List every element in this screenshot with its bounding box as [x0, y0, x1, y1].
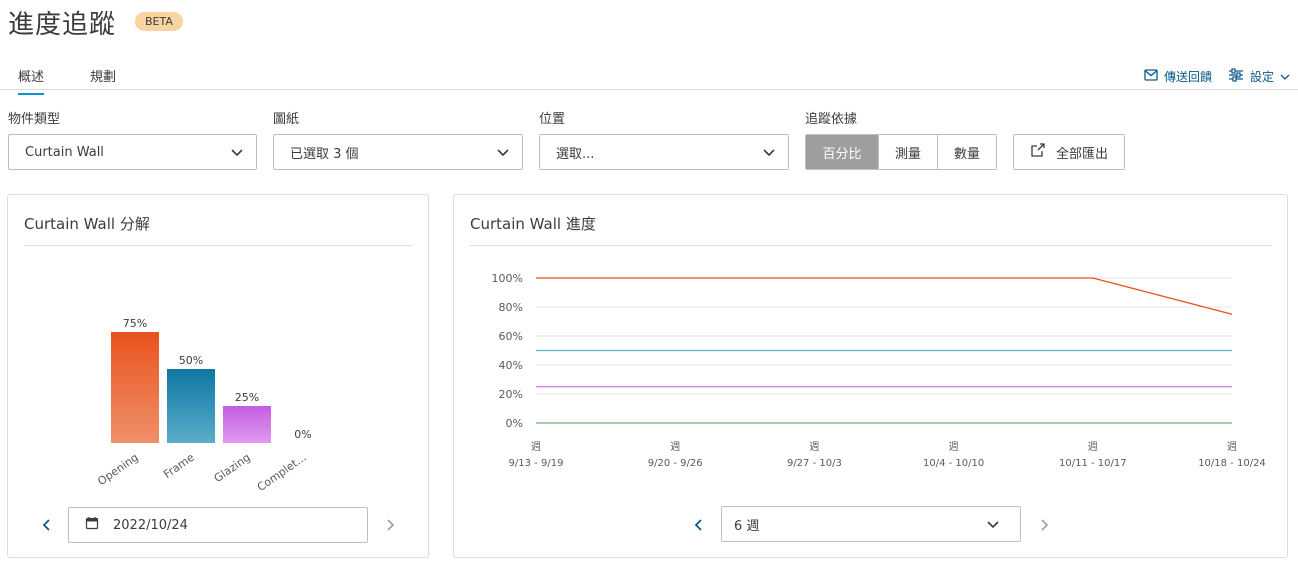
- x-tick-prefix: 週: [1227, 441, 1237, 453]
- export-icon: [1030, 142, 1046, 162]
- x-tick-prefix: 週: [809, 441, 819, 453]
- bar-2: [223, 406, 271, 443]
- track-by-measure-button[interactable]: 測量: [879, 135, 938, 169]
- x-tick-prefix: 週: [531, 441, 541, 453]
- x-tick-label: 9/27 - 10/3: [787, 458, 842, 469]
- bar-0: [111, 332, 159, 443]
- send-feedback-link[interactable]: 傳送回饋: [1144, 68, 1212, 85]
- object-type-select[interactable]: Curtain Wall: [8, 134, 257, 170]
- y-tick-label: 20%: [499, 388, 523, 401]
- bar-category-label: Glazing: [212, 451, 253, 485]
- next-date-button[interactable]: [385, 517, 395, 536]
- weeks-select[interactable]: 6 週: [721, 506, 1021, 542]
- breakdown-panel: Curtain Wall 分解 75% Opening 50% Frame 25% Gla…: [7, 194, 429, 558]
- breakdown-title: Curtain Wall 分解: [24, 215, 150, 233]
- bar-category-label: Frame: [161, 451, 197, 481]
- bar-1: [167, 369, 215, 443]
- location-label: 位置: [539, 112, 566, 127]
- track-by-percent-button[interactable]: 百分比: [806, 135, 879, 169]
- send-feedback-label: 傳送回饋: [1164, 70, 1213, 84]
- tab-overview[interactable]: 概述: [18, 66, 45, 95]
- x-tick-label: 9/13 - 9/19: [509, 458, 564, 469]
- progress-line-chart: 100% 80% 60% 40% 20% 0% 週 9/13 - 9/19 週 9/20 - 9/…: [492, 272, 1266, 469]
- settings-label: 設定: [1250, 70, 1275, 84]
- drawings-select[interactable]: 已選取 3 個: [273, 134, 523, 170]
- bar-category-label: Opening: [95, 451, 140, 488]
- date-picker[interactable]: 2022/10/24: [68, 507, 368, 543]
- previous-period-button[interactable]: [694, 517, 704, 536]
- weeks-value: 6 週: [734, 518, 760, 534]
- chevron-down-icon: [986, 517, 1000, 535]
- y-tick-label: 80%: [499, 301, 523, 314]
- object-type-value: Curtain Wall: [25, 144, 104, 160]
- page-title: 進度追蹤: [8, 10, 117, 40]
- export-all-button[interactable]: 全部匯出: [1013, 134, 1125, 170]
- beta-badge: BETA: [135, 12, 183, 31]
- y-tick-label: 40%: [499, 359, 523, 372]
- y-tick-label: 100%: [492, 272, 523, 285]
- y-tick-label: 0%: [506, 417, 523, 430]
- chevron-down-icon: [230, 145, 244, 163]
- bar-value-label: 75%: [123, 317, 147, 330]
- bar-value-label: 50%: [179, 354, 203, 367]
- x-tick-label: 10/18 - 10/24: [1198, 458, 1266, 469]
- chevron-down-icon: [762, 145, 776, 163]
- mail-icon: [1144, 69, 1158, 84]
- bar-value-label: 0%: [294, 428, 311, 441]
- divider: [470, 245, 1272, 246]
- x-tick-prefix: 週: [1088, 441, 1098, 453]
- settings-menu[interactable]: 設定: [1228, 68, 1290, 85]
- calendar-icon: [85, 516, 99, 534]
- track-by-quantity-button[interactable]: 數量: [938, 135, 996, 169]
- x-tick-label: 10/11 - 10/17: [1059, 458, 1127, 469]
- location-placeholder: 選取...: [556, 146, 595, 162]
- export-all-label: 全部匯出: [1055, 146, 1108, 162]
- previous-date-button[interactable]: [42, 517, 52, 536]
- x-tick-label: 10/4 - 10/10: [923, 458, 984, 469]
- track-by-label: 追蹤依據: [805, 112, 858, 127]
- x-tick-prefix: 週: [670, 441, 680, 453]
- breakdown-bar-chart: 75% Opening 50% Frame 25% Glazing 0% Complet...: [95, 317, 311, 494]
- date-value: 2022/10/24: [113, 517, 188, 533]
- divider: [24, 245, 412, 246]
- next-period-button[interactable]: [1039, 517, 1049, 536]
- bar-value-label: 25%: [235, 391, 259, 404]
- x-tick-label: 9/20 - 9/26: [648, 458, 703, 469]
- drawings-label: 圖紙: [273, 112, 300, 127]
- tab-bar: 概述 規劃: [0, 60, 1298, 95]
- series-line-0: [536, 277, 1233, 315]
- progress-title: Curtain Wall 進度: [470, 215, 596, 233]
- track-by-toggle: 百分比 測量 數量: [805, 134, 997, 170]
- chevron-down-icon: [1280, 70, 1290, 84]
- drawings-value: 已選取 3 個: [290, 146, 359, 162]
- x-tick-prefix: 週: [949, 441, 959, 453]
- sliders-icon: [1228, 68, 1244, 85]
- object-type-label: 物件類型: [8, 112, 61, 127]
- tab-planning[interactable]: 規劃: [90, 66, 116, 85]
- progress-panel: Curtain Wall 進度 100% 80% 60% 40% 20% 0% 週 9/13 …: [453, 194, 1288, 558]
- chevron-down-icon: [496, 145, 510, 163]
- y-tick-label: 60%: [499, 330, 523, 343]
- location-select[interactable]: 選取...: [539, 134, 789, 170]
- bar-category-label: Complet...: [255, 451, 309, 494]
